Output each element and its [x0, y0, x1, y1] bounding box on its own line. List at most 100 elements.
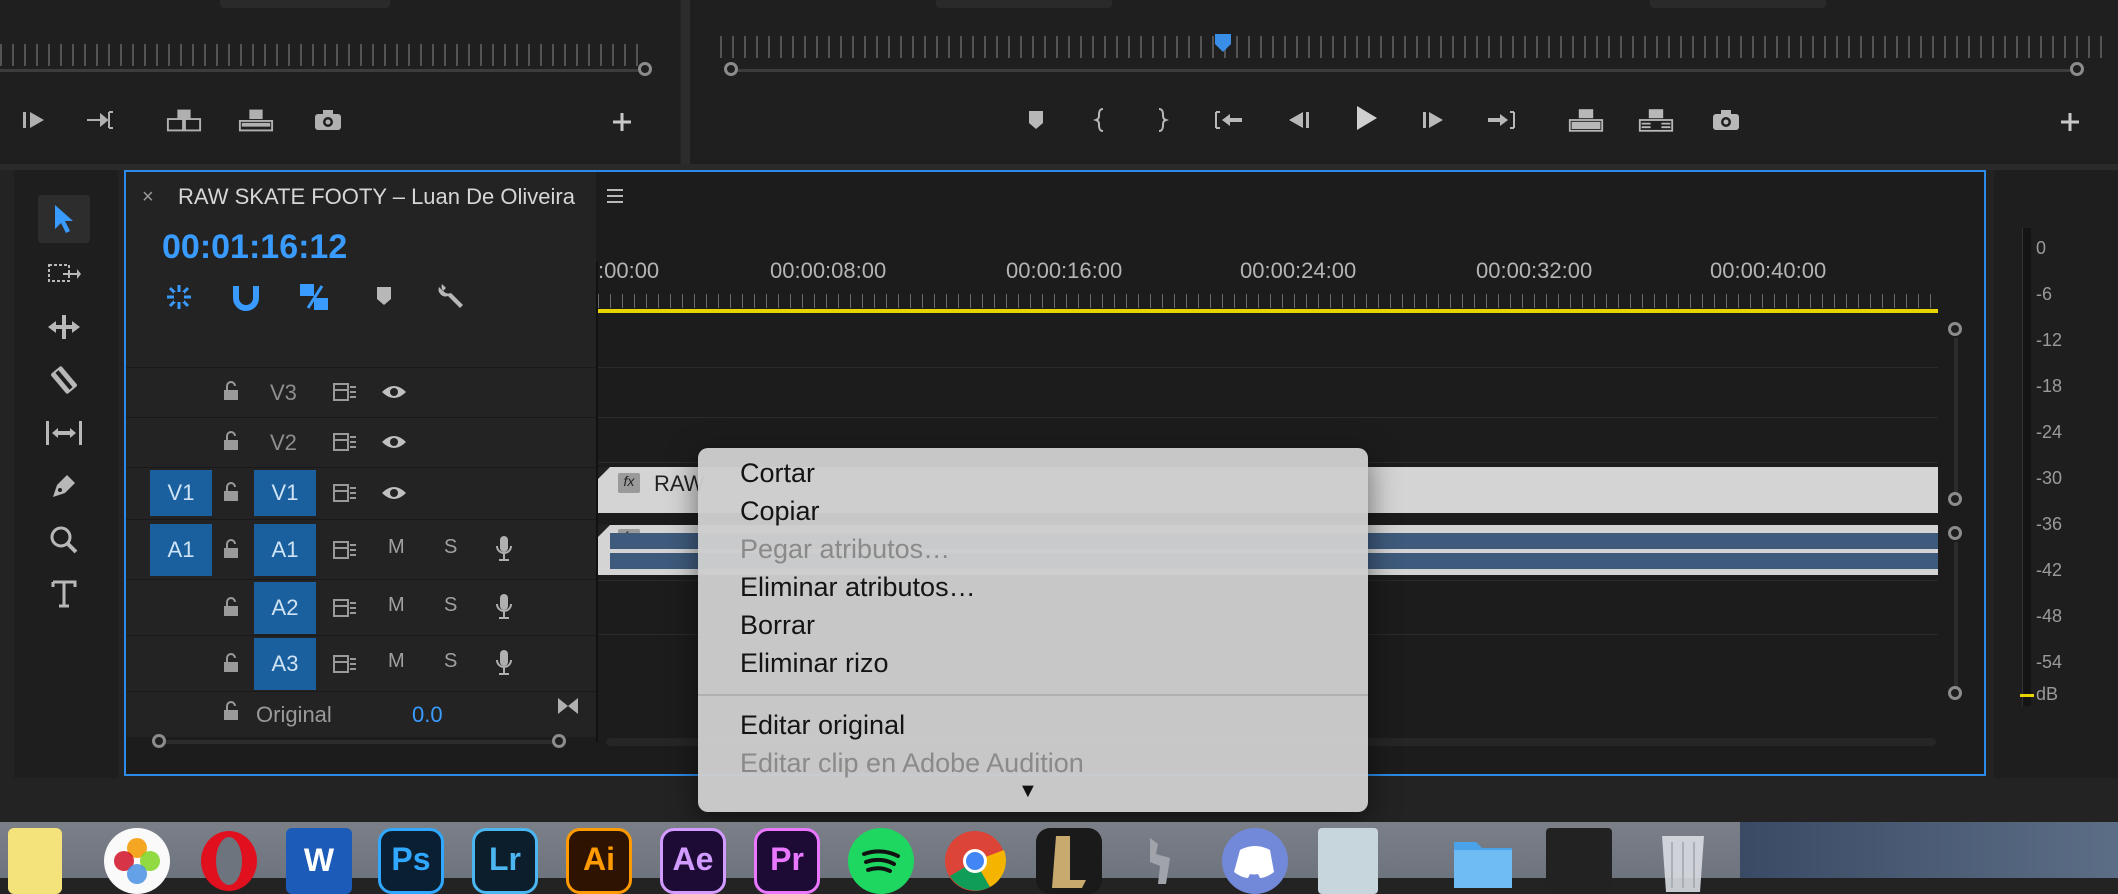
overwrite-icon[interactable]	[238, 102, 274, 138]
solo-button[interactable]: S	[444, 650, 457, 673]
mute-button[interactable]: M	[388, 594, 405, 617]
program-playhead-icon[interactable]	[1213, 32, 1233, 54]
photos-app-icon[interactable]	[104, 828, 170, 894]
program-zoom-start-handle[interactable]	[724, 62, 738, 76]
word-app-icon[interactable]: W	[286, 828, 352, 894]
counter-strike-app-icon[interactable]	[1128, 828, 1194, 894]
menu-item-eliminar-rizo[interactable]: Eliminar rizo	[740, 648, 889, 679]
sequence-title[interactable]: RAW SKATE FOOTY – Luan De Oliveira	[178, 184, 575, 210]
microphone-icon[interactable]	[494, 534, 514, 562]
premiere-app-icon[interactable]: Pr	[754, 828, 820, 894]
fit-dropdown[interactable]	[936, 0, 1112, 8]
lock-icon[interactable]	[222, 700, 240, 722]
insert-icon[interactable]	[166, 102, 202, 138]
panel-menu-icon[interactable]	[606, 188, 624, 204]
eye-icon[interactable]	[380, 382, 408, 402]
export-frame-icon[interactable]	[310, 102, 346, 138]
track-target-a2[interactable]: A2	[254, 582, 316, 634]
linked-selection-icon[interactable]	[298, 282, 330, 312]
eye-icon[interactable]	[380, 483, 408, 503]
vscroll-mid-handle[interactable]	[1948, 492, 1962, 506]
razor-tool-icon[interactable]	[38, 356, 90, 404]
bowtie-icon[interactable]	[556, 696, 580, 716]
monitor-divider[interactable]	[681, 0, 690, 164]
slip-tool-icon[interactable]	[38, 409, 90, 457]
program-zoom-end-handle[interactable]	[2070, 62, 2084, 76]
add-marker-timeline-icon[interactable]	[374, 284, 394, 308]
quality-dropdown[interactable]	[1650, 0, 1826, 8]
discord-app-icon[interactable]	[1222, 828, 1288, 894]
selection-tool-icon[interactable]	[38, 195, 90, 243]
lift-icon[interactable]	[1568, 102, 1604, 138]
source-patch-a1[interactable]: A1	[150, 524, 212, 576]
step-forward-program-icon[interactable]	[1416, 102, 1452, 138]
timecode-display[interactable]: 00:01:16:12	[162, 228, 347, 267]
microphone-icon[interactable]	[494, 592, 514, 620]
vscroll-bottom-handle[interactable]	[1948, 686, 1962, 700]
downloads-stack-icon[interactable]	[1546, 828, 1612, 894]
lock-icon[interactable]	[222, 430, 240, 452]
solo-button[interactable]: S	[444, 594, 457, 617]
after-effects-app-icon[interactable]: Ae	[660, 828, 726, 894]
lock-icon[interactable]	[222, 596, 240, 618]
vscroll-top-handle[interactable]	[1948, 322, 1962, 336]
illustrator-app-icon[interactable]: Ai	[566, 828, 632, 894]
nest-toggle-icon[interactable]	[164, 282, 194, 312]
go-to-out-icon[interactable]	[82, 102, 118, 138]
zoom-tool-icon[interactable]	[38, 516, 90, 564]
work-area-bar[interactable]	[598, 309, 1938, 313]
add-marker-icon[interactable]	[1018, 102, 1054, 138]
league-of-legends-app-icon[interactable]	[1036, 828, 1102, 894]
mute-button[interactable]: M	[388, 650, 405, 673]
source-add-button-icon[interactable]	[604, 104, 640, 140]
menu-item-editar-original[interactable]: Editar original	[740, 710, 905, 741]
pen-tool-icon[interactable]	[38, 462, 90, 510]
chrome-app-icon[interactable]	[942, 828, 1008, 894]
step-back-icon[interactable]	[1280, 102, 1316, 138]
export-frame-program-icon[interactable]	[1708, 102, 1744, 138]
photoshop-app-icon[interactable]: Ps	[378, 828, 444, 894]
sync-lock-icon[interactable]	[332, 598, 358, 618]
lock-icon[interactable]	[222, 538, 240, 560]
type-tool-icon[interactable]	[38, 570, 90, 618]
eye-icon[interactable]	[380, 432, 408, 452]
snap-magnet-icon[interactable]	[232, 282, 260, 312]
header-hscroll-left-handle[interactable]	[152, 734, 166, 748]
mark-in-icon[interactable]	[1082, 102, 1118, 138]
menu-item-cortar[interactable]: Cortar	[740, 458, 815, 489]
sync-lock-icon[interactable]	[332, 483, 358, 503]
vscroll-audio-top-handle[interactable]	[1948, 526, 1962, 540]
mark-out-icon[interactable]	[1144, 102, 1180, 138]
timeline-ruler[interactable]	[598, 294, 1938, 308]
lock-icon[interactable]	[222, 481, 240, 503]
step-forward-icon[interactable]	[16, 102, 52, 138]
vscroll-video-track[interactable]	[1954, 338, 1958, 498]
header-hscroll-right-handle[interactable]	[552, 734, 566, 748]
track-target-a3[interactable]: A3	[254, 638, 316, 690]
play-icon[interactable]	[1348, 100, 1384, 136]
trash-icon[interactable]	[1650, 828, 1716, 894]
sync-lock-icon[interactable]	[332, 382, 358, 402]
source-patch-v1[interactable]: V1	[150, 470, 212, 516]
go-to-out-program-icon[interactable]	[1484, 102, 1520, 138]
go-to-in-icon[interactable]	[1210, 102, 1246, 138]
preview-app-icon[interactable]	[1318, 828, 1378, 894]
close-tab-icon[interactable]: ×	[142, 186, 154, 209]
track-target-v1[interactable]: V1	[254, 470, 316, 516]
opera-app-icon[interactable]	[196, 828, 262, 894]
menu-item-eliminar-atributos[interactable]: Eliminar atributos…	[740, 572, 976, 603]
menu-item-copiar[interactable]: Copiar	[740, 496, 820, 527]
track-target-a1[interactable]: A1	[254, 524, 316, 576]
extract-icon[interactable]	[1638, 102, 1674, 138]
sync-lock-icon[interactable]	[332, 540, 358, 560]
header-hscroll-track[interactable]	[164, 740, 554, 744]
source-dropdown[interactable]	[220, 0, 390, 8]
microphone-icon[interactable]	[494, 648, 514, 676]
timeline-settings-wrench-icon[interactable]	[436, 280, 468, 312]
solo-button[interactable]: S	[444, 536, 457, 559]
notes-app-icon[interactable]	[8, 828, 62, 894]
track-select-tool-icon[interactable]	[38, 250, 90, 298]
menu-item-borrar[interactable]: Borrar	[740, 610, 815, 641]
program-scrub-track[interactable]	[730, 69, 2070, 72]
spotify-app-icon[interactable]	[848, 828, 914, 894]
